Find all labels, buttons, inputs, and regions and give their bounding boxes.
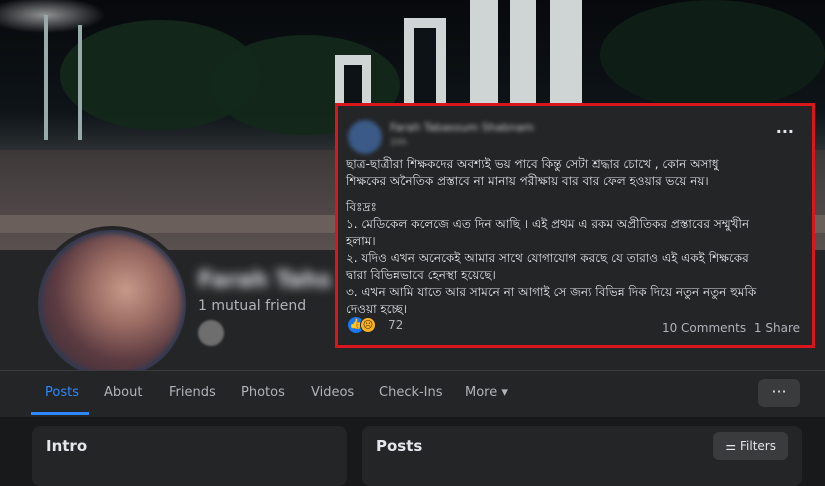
profile-avatar[interactable] [34,226,190,382]
tab-photos[interactable]: Photos [241,385,285,400]
post-line: শিক্ষকের অনৈতিক প্রস্তাবে না মানায় পরীক… [346,174,709,188]
posts-title: Posts [376,437,423,455]
sliders-icon: ⚌ [725,439,737,453]
mutual-friends-link[interactable]: 1 mutual friend [198,298,306,314]
street-lamp [78,25,82,140]
tab-more[interactable]: More ▾ [465,385,508,400]
post-text: ছাত্র-ছাত্রীরা শিক্ষকদের অবশ্যই ভয় পাবে… [346,156,808,318]
intro-card: Intro [32,426,347,486]
ellipsis-icon: ··· [771,382,787,401]
tab-more-label: More [465,385,498,400]
post-line: বিঃদ্রঃ [346,200,377,214]
avatar-image [42,234,182,374]
post-line: ২. যদিও এখন অনেকেই আমার সাথে যোগাযোগ করছ… [346,251,749,265]
post-timestamp[interactable]: 20h [390,138,407,148]
filters-label: Filters [740,439,776,453]
shares-count[interactable]: 1 Share [754,321,800,335]
tab-posts[interactable]: Posts [45,385,79,400]
sad-reaction-icon: ☹ [360,317,376,333]
active-tab-indicator [31,412,89,415]
post-stats: 10 Comments 1 Share [658,321,800,335]
tab-check-ins[interactable]: Check-Ins [379,385,443,400]
posts-card: Posts ⚌ Filters [362,426,802,486]
filters-button[interactable]: ⚌ Filters [713,432,788,460]
post-author-avatar[interactable] [348,120,382,154]
intro-title: Intro [46,437,88,455]
profile-tabs: Posts About Friends Photos Videos Check-… [0,370,825,417]
tab-about[interactable]: About [104,385,142,400]
tab-friends[interactable]: Friends [169,385,216,400]
profile-more-button[interactable]: ··· [758,379,800,407]
post-line: ১. মেডিকেল কলেজে এত দিন আছি । এই প্রথম এ… [346,217,750,231]
post-options-icon[interactable]: ··· [776,122,794,141]
street-lamp [44,15,48,140]
post-line: ছাত্র-ছাত্রীরা শিক্ষকদের অবশ্যই ভয় পাবে… [346,157,719,171]
post-author-name[interactable]: Farah Tabassum Shabnam [390,121,534,134]
post-line: ৩. এখন আমি যাতে আর সামনে না আগাই সে জন্য… [346,285,757,299]
profile-name: Farah Tahs [198,268,332,293]
post-line: দেওয়া হচ্ছে। [346,302,408,316]
tab-videos[interactable]: Videos [311,385,354,400]
reaction-count: 72 [388,318,404,332]
caret-down-icon: ▾ [501,385,508,400]
cover-tree [600,0,825,110]
mutual-friend-avatar[interactable] [198,320,224,346]
comments-count[interactable]: 10 Comments [662,321,746,335]
post-line: দ্বারা বিভিন্নভাবে হেনস্থা হয়েছে। [346,268,496,282]
post-line: হলাম। [346,234,376,248]
highlighted-post: Farah Tabassum Shabnam 20h ··· ছাত্র-ছাত… [335,103,815,348]
